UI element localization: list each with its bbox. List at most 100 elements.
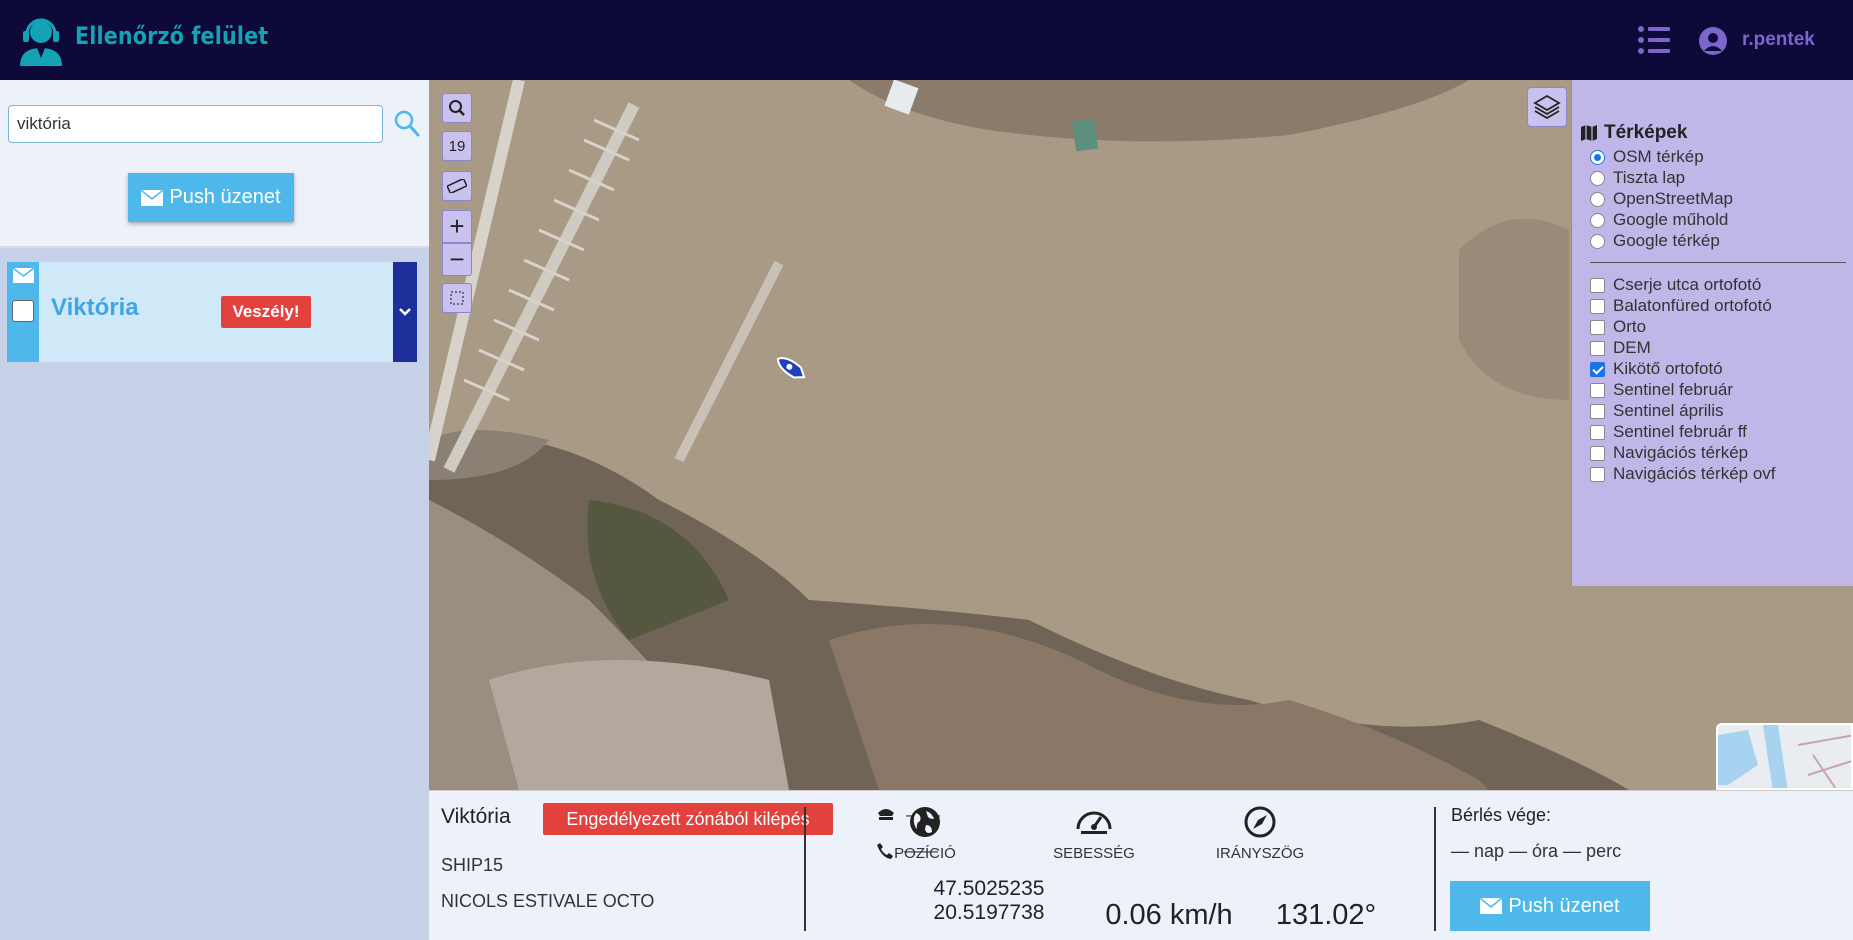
push-message-button[interactable]: Push üzenet xyxy=(128,173,294,222)
layer-label: Google műhold xyxy=(1613,210,1729,229)
longitude-value: 20.5197738 xyxy=(933,901,1045,924)
list-menu-icon[interactable] xyxy=(1638,25,1670,55)
user-circle-icon[interactable] xyxy=(1698,26,1728,56)
checkbox[interactable] xyxy=(1590,361,1605,377)
overlay-kikoto[interactable]: Kikötő ortofotó xyxy=(1590,358,1723,380)
divider xyxy=(1434,807,1436,931)
layers-panel: Térképek OSM térkép Tiszta lap OpenStree… xyxy=(1571,80,1853,586)
rent-end-value: — nap — óra — perc xyxy=(1451,841,1622,861)
layer-label: Navigációs térkép xyxy=(1613,443,1749,462)
details-vessel-name: Viktória xyxy=(441,805,511,828)
heading-value: 131.02° xyxy=(1275,899,1377,931)
radio-button[interactable] xyxy=(1590,191,1605,207)
sidebar: Push üzenet Viktória Veszély! xyxy=(0,80,429,940)
rent-end-label: Bérlés vége: xyxy=(1451,805,1552,825)
base-layer-osm[interactable]: OSM térkép xyxy=(1590,146,1704,168)
base-layer-google-map[interactable]: Google térkép xyxy=(1590,230,1720,252)
latitude-value: 47.5025235 xyxy=(933,877,1045,900)
chevron-down-icon xyxy=(399,308,411,316)
checkbox[interactable] xyxy=(1590,403,1605,419)
overlay-sentinel-feb-ff[interactable]: Sentinel február ff xyxy=(1590,421,1747,443)
speedometer-icon xyxy=(1076,811,1112,834)
vessel-select-checkbox[interactable] xyxy=(12,300,34,322)
checkbox[interactable] xyxy=(1590,466,1605,482)
overlay-sentinel-feb[interactable]: Sentinel február xyxy=(1590,379,1733,401)
layer-label: OpenStreetMap xyxy=(1613,189,1734,208)
radio-button[interactable] xyxy=(1590,233,1605,249)
overlay-orto[interactable]: Orto xyxy=(1590,316,1646,338)
checkbox[interactable] xyxy=(1590,277,1605,293)
position-value: 47.5025235 20.5197738 xyxy=(899,877,1079,925)
heading-label: IRÁNYSZÖG xyxy=(1215,845,1305,862)
zoom-level-indicator: 19 xyxy=(442,131,472,161)
speed-label: SEBESSÉG xyxy=(1053,845,1135,862)
checkbox[interactable] xyxy=(1590,298,1605,314)
username[interactable]: r.pentek xyxy=(1742,29,1815,51)
zoom-out-button[interactable]: − xyxy=(442,243,472,276)
layers-icon xyxy=(1533,94,1561,120)
overlay-nav-map-ovf[interactable]: Navigációs térkép ovf xyxy=(1590,463,1776,485)
layer-label: Kikötő ortofotó xyxy=(1613,359,1723,378)
overlay-balatonfured[interactable]: Balatonfüred ortofotó xyxy=(1590,295,1772,317)
speed-value: 0.06 km/h xyxy=(1105,899,1233,931)
vessel-list-item[interactable]: Viktória Veszély! xyxy=(7,262,417,362)
base-layer-google-satellite[interactable]: Google műhold xyxy=(1590,209,1728,231)
envelope-icon[interactable] xyxy=(13,268,34,283)
checkbox[interactable] xyxy=(1590,445,1605,461)
overlay-dem[interactable]: DEM xyxy=(1590,337,1651,359)
checkbox[interactable] xyxy=(1590,424,1605,440)
box-select-button[interactable] xyxy=(442,283,472,313)
globe-icon xyxy=(910,807,940,837)
magnifier-icon xyxy=(449,100,465,116)
layers-divider xyxy=(1590,262,1846,263)
checkbox[interactable] xyxy=(1590,319,1605,335)
base-layer-blank[interactable]: Tiszta lap xyxy=(1590,167,1685,189)
layer-label: Sentinel február xyxy=(1613,380,1734,399)
danger-badge: Veszély! xyxy=(221,296,311,328)
search-input[interactable] xyxy=(8,105,383,143)
layer-label: Cserje utca ortofotó xyxy=(1613,275,1762,294)
compass-icon xyxy=(1244,806,1276,838)
layers-toggle-button[interactable] xyxy=(1527,87,1567,127)
overlay-sentinel-apr[interactable]: Sentinel április xyxy=(1590,400,1724,422)
layer-label: Google térkép xyxy=(1613,231,1720,250)
search-icon[interactable] xyxy=(392,108,420,138)
push-message-label: Push üzenet xyxy=(169,186,281,208)
layer-label: Balatonfüred ortofotó xyxy=(1613,296,1772,315)
radio-button[interactable] xyxy=(1590,149,1605,165)
layer-label: Tiszta lap xyxy=(1613,168,1686,187)
zoom-in-button[interactable]: + xyxy=(442,210,472,243)
ship-id: SHIP15 xyxy=(441,855,504,875)
vessel-details-panel: Viktória Engedélyezett zónából kilépés S… xyxy=(429,790,1853,940)
push-message-label: Push üzenet xyxy=(1508,894,1620,917)
envelope-icon xyxy=(141,189,164,206)
overview-minimap[interactable] xyxy=(1716,723,1853,790)
vessel-model: NICOLS ESTIVALE OCTO xyxy=(441,891,655,911)
checkbox[interactable] xyxy=(1590,340,1605,356)
overlay-cserje[interactable]: Cserje utca ortofotó xyxy=(1590,274,1761,296)
zone-alert-badge: Engedélyezett zónából kilépés xyxy=(543,803,833,835)
envelope-icon xyxy=(1480,898,1503,914)
layer-label: Sentinel április xyxy=(1613,401,1724,420)
top-bar: Ellenőrző felület r.pentek xyxy=(0,0,1853,80)
overlay-nav-map[interactable]: Navigációs térkép xyxy=(1590,442,1748,464)
base-layer-openstreetmap[interactable]: OpenStreetMap xyxy=(1590,188,1733,210)
radio-button[interactable] xyxy=(1590,170,1605,186)
layer-label: Sentinel február ff xyxy=(1613,422,1747,441)
map-search-button[interactable] xyxy=(442,93,472,123)
radio-button[interactable] xyxy=(1590,212,1605,228)
checkbox[interactable] xyxy=(1590,382,1605,398)
sidebar-search-area: Push üzenet xyxy=(0,80,429,248)
expand-button[interactable] xyxy=(393,262,417,362)
operator-headset-icon xyxy=(20,18,62,66)
measure-button[interactable] xyxy=(442,171,472,201)
push-message-button[interactable]: Push üzenet xyxy=(1450,881,1650,931)
position-label: POZÍCIÓ xyxy=(894,845,956,862)
minimap-image xyxy=(1718,725,1851,788)
vessel-card-strip xyxy=(7,262,39,362)
ruler-icon xyxy=(447,179,467,193)
layer-label: Navigációs térkép ovf xyxy=(1613,464,1776,483)
vessel-name[interactable]: Viktória xyxy=(51,294,139,322)
layer-label: Orto xyxy=(1613,317,1647,336)
map-view[interactable]: 19 + − Térképek OSM térkép Tiszta lap Op… xyxy=(429,80,1853,790)
